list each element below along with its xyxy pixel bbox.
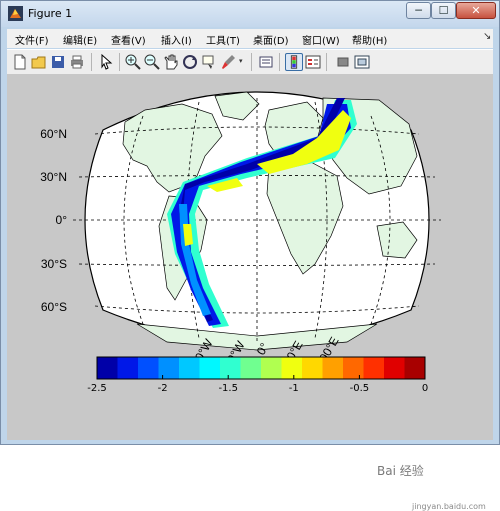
hide-plot-tools-icon[interactable] (334, 53, 352, 71)
colorbar-segment (179, 357, 200, 379)
print-icon[interactable] (68, 53, 86, 71)
menu-insert[interactable]: 插入(I) (161, 32, 192, 47)
lat-label-30n: 30°N (40, 170, 67, 184)
dock-arrow-icon[interactable]: ↘ (483, 31, 491, 42)
zoom-out-icon[interactable] (143, 53, 161, 71)
new-figure-icon[interactable] (11, 53, 29, 71)
colorbar-segment (220, 357, 241, 379)
minimize-button[interactable]: ─ (406, 2, 431, 19)
menu-desktop[interactable]: 桌面(D) (253, 32, 289, 47)
colorbar-segment (97, 357, 118, 379)
matlab-icon (8, 6, 23, 21)
rotate-3d-icon[interactable] (181, 53, 199, 71)
colorbar-segment (322, 357, 344, 379)
toolbar-separator (279, 53, 280, 71)
figure-toolbar: ▾ (7, 49, 493, 75)
map-axes: 60°N 30°N 0° 30°S 60°S 60°W 30°W 0° 30°E… (40, 91, 441, 394)
close-button[interactable]: ✕ (456, 2, 496, 19)
figure-canvas[interactable]: 60°N 30°N 0° 30°S 60°S 60°W 30°W 0° 30°E… (7, 74, 493, 511)
menu-edit[interactable]: 编辑(E) (63, 32, 97, 47)
show-plot-tools-icon[interactable] (353, 53, 371, 71)
save-icon[interactable] (49, 53, 67, 71)
menu-view[interactable]: 查看(V) (111, 32, 146, 47)
menu-file[interactable]: 文件(F) (15, 32, 49, 47)
colorbar-segment (138, 357, 159, 379)
maximize-button[interactable]: ☐ (431, 2, 456, 19)
pointer-icon[interactable] (97, 53, 115, 71)
colorbar-tick-label: -2 (158, 383, 168, 394)
colorbar-tick-label: -2.5 (87, 383, 107, 394)
lat-label-60s: 60°S (41, 300, 67, 314)
watermark-logo: Bai 经验 (377, 464, 424, 478)
link-plot-icon[interactable] (257, 53, 275, 71)
colorbar-segment (199, 357, 221, 379)
brush-icon[interactable] (219, 53, 237, 71)
title-bar[interactable]: Figure 1 ─ ☐ ✕ (1, 1, 499, 27)
figure-window: Figure 1 ─ ☐ ✕ 文件(F) 编辑(E) 查看(V) 插入(I) 工… (0, 0, 500, 511)
colorbar-segment (281, 357, 303, 379)
data-cursor-icon[interactable] (200, 53, 218, 71)
toolbar-separator (119, 53, 120, 71)
pan-hand-icon[interactable] (162, 53, 180, 71)
colorbar-tick-label: -0.5 (350, 383, 370, 394)
colorbar-segment (343, 357, 364, 379)
lat-label-30s: 30°S (41, 257, 67, 271)
watermark-url: jingyan.baidu.com (412, 502, 486, 511)
colorbar-icon[interactable] (285, 53, 303, 71)
colorbar-segment (158, 357, 180, 379)
menu-help[interactable]: 帮助(H) (352, 32, 387, 47)
toolbar-separator (251, 53, 252, 71)
menu-bar: 文件(F) 编辑(E) 查看(V) 插入(I) 工具(T) 桌面(D) 窗口(W… (7, 29, 493, 48)
open-file-icon[interactable] (30, 53, 48, 71)
lat-label-equator: 0° (56, 213, 68, 227)
colorbar-segment (363, 357, 385, 379)
lat-label-60n: 60°N (40, 127, 67, 141)
brush-dropdown-icon[interactable]: ▾ (239, 57, 243, 65)
legend-icon[interactable] (304, 53, 322, 71)
colorbar-segment (117, 357, 139, 379)
colorbar-tick-label: -1.5 (218, 383, 238, 394)
colorbar-segment (404, 357, 426, 379)
colorbar-tick-label: -1 (289, 383, 299, 394)
menu-tools[interactable]: 工具(T) (206, 32, 240, 47)
zoom-in-icon[interactable] (124, 53, 142, 71)
window-title: Figure 1 (28, 7, 73, 20)
toolbar-separator (91, 53, 92, 71)
colorbar-segment (261, 357, 282, 379)
menu-window[interactable]: 窗口(W) (302, 32, 340, 47)
colorbar-segment (302, 357, 323, 379)
colorbar-tick-label: 0 (422, 383, 428, 394)
toolbar-separator (326, 53, 327, 71)
colorbar-segment (240, 357, 262, 379)
colorbar-segment (384, 357, 405, 379)
colorbar (97, 357, 426, 379)
